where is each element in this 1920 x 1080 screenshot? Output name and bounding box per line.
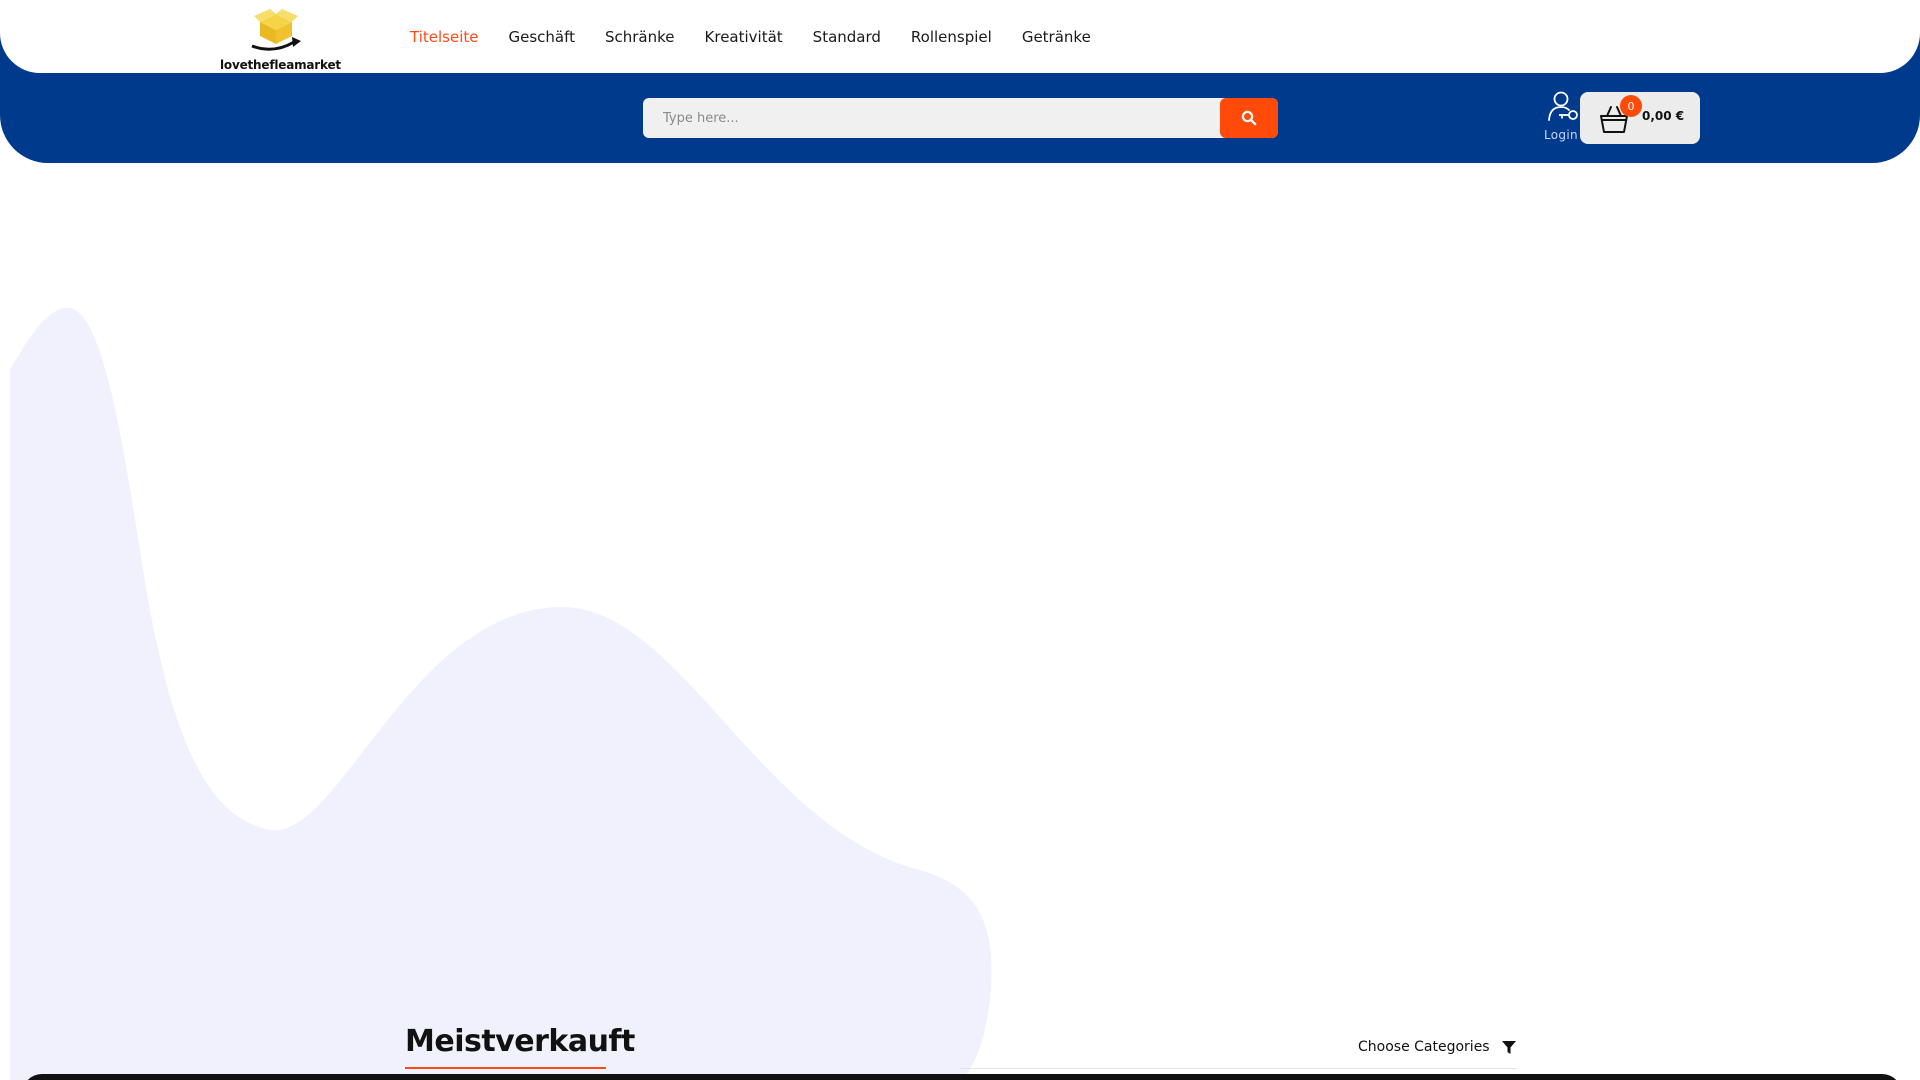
cart-button[interactable]: 0 0,00 € xyxy=(1580,92,1700,144)
search-box xyxy=(643,98,1278,138)
logo-text: lovethefleamarket xyxy=(220,58,341,72)
choose-categories-filter[interactable]: Choose Categories xyxy=(1358,1039,1516,1055)
nav-item-kreativitaet[interactable]: Kreativität xyxy=(705,28,783,46)
user-key-icon xyxy=(1548,91,1578,121)
site-logo[interactable]: lovethefleamarket xyxy=(218,8,341,72)
box-logo-icon xyxy=(251,9,301,51)
nav-item-rollenspiel[interactable]: Rollenspiel xyxy=(911,28,992,46)
nav-item-getraenke[interactable]: Getränke xyxy=(1022,28,1091,46)
nav-item-geschaeft[interactable]: Geschäft xyxy=(508,28,575,46)
nav-item-titelseite[interactable]: Titelseite xyxy=(410,28,478,46)
cart-count-badge: 0 xyxy=(1620,95,1642,117)
search-button[interactable] xyxy=(1220,98,1278,138)
search-input[interactable] xyxy=(643,98,1221,138)
section-divider xyxy=(960,1068,1516,1069)
section-title: Meistverkauft xyxy=(405,1024,635,1059)
search-icon xyxy=(1241,110,1257,126)
choose-categories-label: Choose Categories xyxy=(1358,1039,1490,1055)
login-label: Login xyxy=(1544,128,1578,142)
filter-icon xyxy=(1501,1040,1516,1054)
page: lovethefleamarket Titelseite Geschäft Sc… xyxy=(0,0,1920,1080)
section-title-underline xyxy=(405,1067,606,1069)
main-nav: Titelseite Geschäft Schränke Kreativität… xyxy=(410,26,1121,48)
nav-item-schraenke[interactable]: Schränke xyxy=(605,28,675,46)
cart-total: 0,00 € xyxy=(1642,109,1685,123)
nav-item-standard[interactable]: Standard xyxy=(813,28,881,46)
decorative-wave xyxy=(10,307,992,1080)
content-bar xyxy=(22,1074,1902,1080)
login-link[interactable]: Login xyxy=(1540,88,1584,146)
